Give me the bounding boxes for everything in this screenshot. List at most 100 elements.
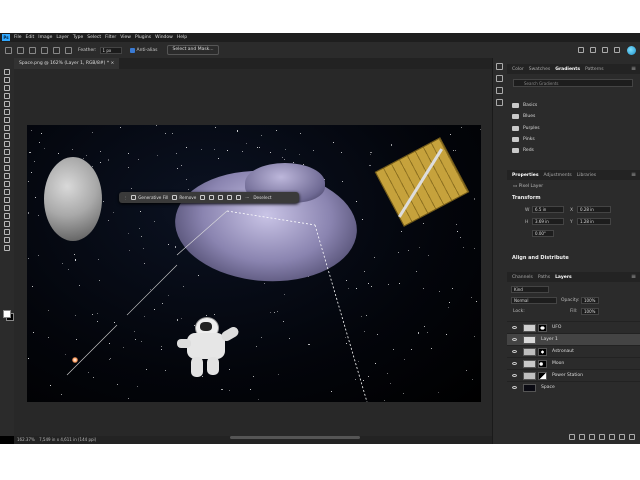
path-selection-tool-icon[interactable]	[3, 213, 11, 219]
share-icon[interactable]	[578, 47, 584, 53]
gradient-search-input[interactable]: Search Gradients	[513, 79, 633, 87]
hand-tool-icon[interactable]	[3, 229, 11, 235]
home-icon[interactable]	[5, 46, 12, 54]
zoom-level[interactable]: 162.37%	[17, 437, 35, 442]
layer-mask-thumbnail[interactable]	[538, 359, 547, 368]
blur-tool-icon[interactable]	[3, 181, 11, 187]
new-layer-icon[interactable]	[619, 434, 625, 440]
brush-icon[interactable]	[200, 195, 206, 200]
history-brush-tool-icon[interactable]	[3, 157, 11, 163]
brush-tool-icon[interactable]	[3, 141, 11, 147]
menu-view[interactable]: View	[120, 35, 131, 40]
visibility-eye-icon[interactable]	[512, 326, 517, 329]
move-tool-icon[interactable]	[3, 69, 11, 75]
type-tool-icon[interactable]	[3, 205, 11, 211]
actions-icon[interactable]	[496, 75, 503, 82]
rectangle-tool-icon[interactable]	[3, 221, 11, 227]
history-icon[interactable]	[496, 63, 503, 70]
tab-patterns[interactable]: Patterns	[585, 67, 604, 72]
remove-button[interactable]: Remove	[179, 195, 196, 200]
layer-row[interactable]: UFO	[507, 321, 640, 333]
new-selection-icon[interactable]	[29, 46, 36, 54]
generative-fill-button[interactable]: Generative Fill	[138, 195, 168, 200]
gradient-folder-basics[interactable]: Basics	[512, 101, 637, 110]
fx-icon[interactable]	[579, 434, 585, 440]
menu-layer[interactable]: Layer	[56, 35, 69, 40]
healing-brush-tool-icon[interactable]	[3, 133, 11, 139]
mask-icon[interactable]	[218, 195, 224, 200]
document-canvas[interactable]	[27, 125, 481, 402]
menu-select[interactable]: Select	[87, 35, 101, 40]
eraser-tool-icon[interactable]	[3, 165, 11, 171]
workspace-icon[interactable]	[602, 47, 608, 53]
layer-row[interactable]: Astronaut	[507, 345, 640, 357]
frame-tool-icon[interactable]	[3, 117, 11, 123]
tab-color[interactable]: Color	[512, 67, 524, 72]
align-distribute-title[interactable]: Align and Distribute	[512, 255, 569, 261]
more-tools-icon[interactable]	[3, 245, 11, 251]
tab-channels[interactable]: Channels	[512, 275, 533, 280]
angle-field[interactable]: 0.00°	[532, 230, 554, 237]
zoom-tool-icon[interactable]	[3, 237, 11, 243]
artboard-tool-icon[interactable]	[3, 77, 11, 83]
gradient-folder-reds[interactable]: Reds	[512, 146, 637, 155]
layer-mask-thumbnail[interactable]	[538, 323, 547, 332]
tab-swatches[interactable]: Swatches	[529, 67, 551, 72]
marquee-tool-icon[interactable]	[17, 46, 24, 54]
horizontal-scrollbar[interactable]	[230, 436, 360, 439]
eyedropper-tool-icon[interactable]	[3, 125, 11, 131]
lasso-tool-icon[interactable]	[3, 93, 11, 99]
menu-file[interactable]: File	[14, 35, 22, 40]
dodge-tool-icon[interactable]	[3, 189, 11, 195]
more-options-icon[interactable]: ···	[245, 195, 249, 200]
layer-mask-thumbnail[interactable]	[538, 347, 547, 356]
avatar[interactable]	[627, 45, 636, 55]
marquee-tool-icon[interactable]	[3, 85, 11, 91]
gradient-folder-purples[interactable]: Purples	[512, 124, 637, 133]
visibility-eye-icon[interactable]	[512, 386, 517, 389]
fill-icon[interactable]	[236, 195, 242, 200]
tab-libraries[interactable]: Libraries	[577, 173, 596, 178]
select-and-mask-button[interactable]: Select and Mask...	[167, 45, 219, 55]
menu-plugins[interactable]: Plugins	[135, 35, 151, 40]
blend-mode-select[interactable]: Normal	[511, 297, 557, 304]
menu-window[interactable]: Window	[155, 35, 173, 40]
object-selection-tool-icon[interactable]	[3, 101, 11, 107]
clone-stamp-tool-icon[interactable]	[3, 149, 11, 155]
info-icon[interactable]	[496, 87, 503, 94]
visibility-eye-icon[interactable]	[512, 350, 517, 353]
deselect-button[interactable]: Deselect	[253, 195, 271, 200]
remove-icon[interactable]	[172, 195, 178, 200]
y-field[interactable]: 1.28 in	[577, 218, 611, 225]
gradient-folder-pinks[interactable]: Pinks	[512, 135, 637, 144]
visibility-eye-icon[interactable]	[512, 374, 517, 377]
layer-row[interactable]: Power Station	[507, 369, 640, 381]
tab-gradients[interactable]: Gradients	[555, 67, 580, 72]
transform-section-title[interactable]: Transform	[512, 195, 541, 201]
trash-icon[interactable]	[629, 434, 635, 440]
panel-menu-icon[interactable]: ≡	[631, 170, 636, 180]
link-layers-icon[interactable]	[569, 434, 575, 440]
transform-icon[interactable]	[209, 195, 215, 200]
add-selection-icon[interactable]	[41, 46, 48, 54]
menu-filter[interactable]: Filter	[105, 35, 116, 40]
layer-row[interactable]: Moon	[507, 357, 640, 369]
tab-properties[interactable]: Properties	[512, 173, 539, 178]
layer-kind-filter[interactable]: Kind	[511, 286, 549, 293]
search-icon[interactable]	[590, 47, 596, 53]
visibility-eye-icon[interactable]	[512, 362, 517, 365]
panel-menu-icon[interactable]: ≡	[631, 64, 636, 74]
drag-handle-icon[interactable]: ⋮	[123, 195, 127, 200]
invert-icon[interactable]	[227, 195, 233, 200]
layer-row[interactable]: Layer 1	[507, 333, 640, 345]
menu-edit[interactable]: Edit	[26, 35, 35, 40]
menu-image[interactable]: Image	[38, 35, 52, 40]
group-icon[interactable]	[609, 434, 615, 440]
brushes-icon[interactable]	[496, 99, 503, 106]
menu-help[interactable]: Help	[177, 35, 187, 40]
fill-field[interactable]: 100%	[581, 308, 599, 315]
crop-tool-icon[interactable]	[3, 109, 11, 115]
opacity-field[interactable]: 100%	[581, 297, 599, 304]
adjustment-layer-icon[interactable]	[599, 434, 605, 440]
document-tab[interactable]: Space.png @ 162% (Layer 1, RGB/8#) * ×	[14, 58, 120, 69]
